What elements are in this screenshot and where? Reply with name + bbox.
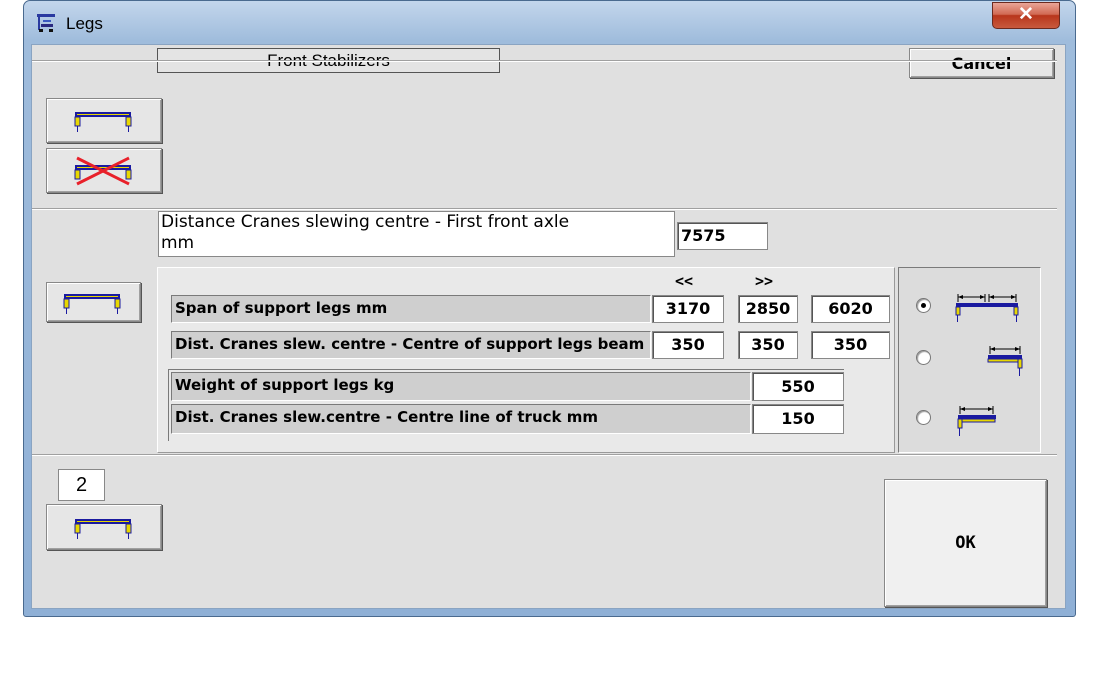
support-legs-icon	[74, 112, 132, 132]
separator-mid	[32, 208, 1057, 210]
legs-view-button[interactable]	[46, 282, 141, 322]
arrow-right-label: >>	[755, 272, 774, 290]
radio-span-right[interactable]	[916, 350, 931, 365]
weight-block: Weight of support legs kg 550 Dist. Cran…	[168, 369, 844, 441]
legs-config-button[interactable]	[46, 504, 162, 550]
support-legs-icon	[63, 294, 121, 314]
span-label: Span of support legs mm	[171, 295, 651, 323]
beam-centre-label: Dist. Cranes slew. centre - Centre of su…	[171, 331, 651, 359]
close-button[interactable]: ✕	[992, 2, 1060, 29]
separator-top	[32, 60, 1057, 62]
disable-legs-button[interactable]	[46, 148, 162, 193]
span-full-icon	[955, 294, 1019, 322]
span-value-right[interactable]: 2850	[738, 295, 798, 323]
dialog-client-area: Front Stabilizers Cancel Distance Cranes…	[31, 44, 1066, 609]
enable-legs-button[interactable]	[46, 98, 162, 143]
span-value-total[interactable]: 6020	[811, 295, 890, 323]
span-value-left[interactable]: 3170	[652, 295, 724, 323]
span-left-icon	[957, 406, 996, 436]
beam-centre-value-total[interactable]: 350	[811, 331, 890, 359]
crane-app-icon	[37, 14, 55, 32]
no-support-legs-icon	[74, 156, 132, 186]
distance-label-line1: Distance Cranes slewing centre - First f…	[161, 212, 570, 232]
beam-centre-value-right[interactable]: 350	[738, 331, 798, 359]
distance-label: Distance Cranes slewing centre - First f…	[158, 211, 675, 257]
legs-window: Legs ✕ Front Stabilizers Cancel Distance…	[23, 0, 1076, 617]
separator-bottom	[32, 454, 1057, 456]
radio-span-full[interactable]	[916, 298, 931, 313]
radio-span-left[interactable]	[916, 410, 931, 425]
beam-centre-value-left[interactable]: 350	[652, 331, 724, 359]
title-bar[interactable]: Legs ✕	[24, 1, 1075, 43]
window-title: Legs	[66, 14, 103, 33]
radio-panel	[898, 267, 1041, 453]
weight-input[interactable]: 550	[752, 372, 844, 401]
support-legs-icon	[74, 519, 132, 539]
distance-input[interactable]: 7575	[677, 222, 768, 250]
legs-table-panel: << >> Span of support legs mm 3170 2850 …	[157, 267, 895, 453]
truck-centre-input[interactable]: 150	[752, 404, 844, 434]
leg-count-label: 2	[58, 469, 105, 501]
distance-label-line2: mm	[161, 233, 195, 253]
weight-label: Weight of support legs kg	[171, 372, 751, 401]
truck-centre-label: Dist. Cranes slew.centre - Centre line o…	[171, 404, 751, 434]
ok-button[interactable]: OK	[884, 479, 1047, 607]
arrow-left-label: <<	[675, 272, 694, 290]
cancel-button[interactable]: Cancel	[909, 48, 1054, 78]
span-right-icon	[987, 346, 1023, 376]
